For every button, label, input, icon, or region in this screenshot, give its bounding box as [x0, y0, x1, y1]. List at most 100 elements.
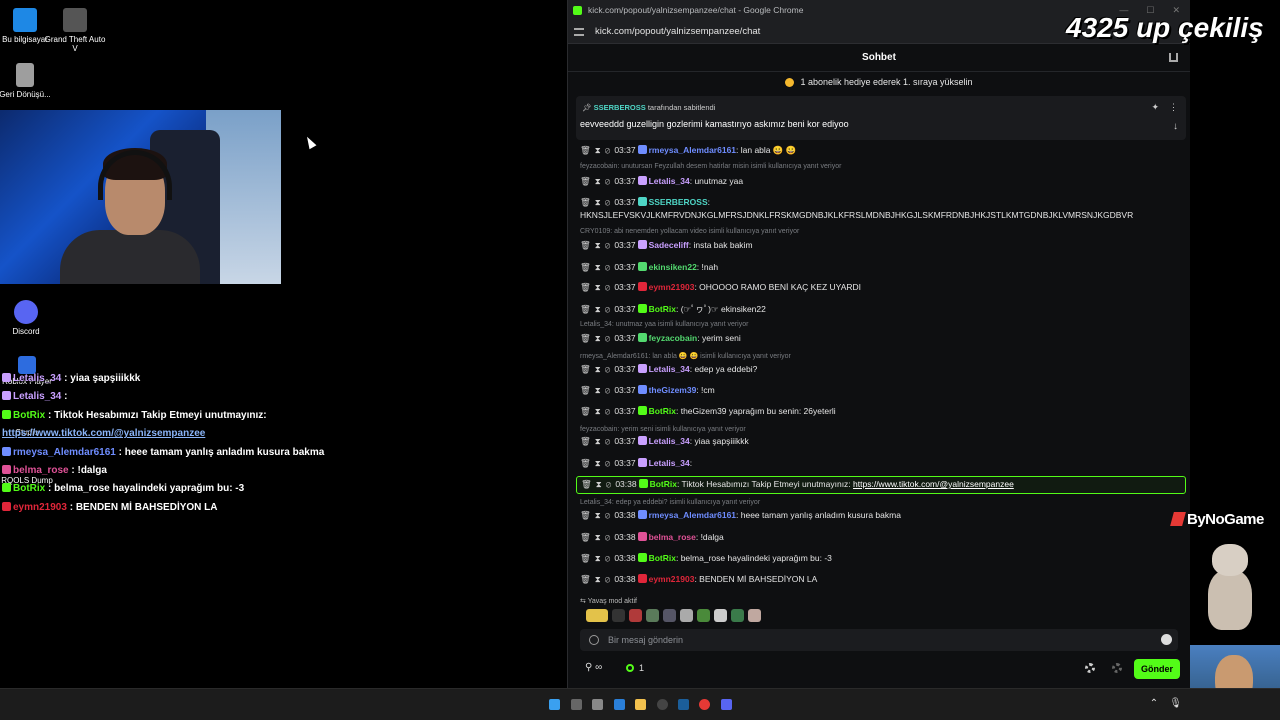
site-settings-icon[interactable] [574, 27, 584, 36]
ban-icon[interactable]: ⊘ [605, 333, 615, 343]
chat-message[interactable]: 🗑︎⧗⊘03:37 Sadeceliff: insta bak bakim [576, 240, 1186, 251]
delete-icon[interactable]: 🗑︎ [580, 304, 595, 314]
widgets-icon[interactable] [614, 699, 625, 710]
delete-icon[interactable]: 🗑︎ [580, 510, 595, 520]
chat-message[interactable]: 🗑︎⧗⊘03:37 BotRix: (☞ﾟヮﾟ)☞ ekinsiken22 [576, 303, 1186, 315]
delete-icon[interactable]: 🗑︎ [580, 364, 595, 374]
chat-message[interactable]: 🗑︎⧗⊘03:38 rmeysa_Alemdar6161: heee tamam … [576, 510, 1186, 521]
emote[interactable] [586, 609, 608, 622]
ban-icon[interactable]: ⊘ [605, 176, 615, 186]
timeout-icon[interactable]: ⧗ [595, 304, 605, 314]
timeout-icon[interactable]: ⧗ [595, 282, 605, 292]
timeout-icon[interactable]: ⧗ [595, 436, 605, 446]
message-link[interactable]: https://www.tiktok.com/@yalnizsempanzee [853, 479, 1014, 489]
timeout-icon[interactable]: ⧗ [595, 262, 605, 272]
ban-icon[interactable]: ⊘ [605, 304, 615, 314]
timeout-icon[interactable]: ⧗ [595, 385, 605, 395]
message-username[interactable]: feyzacobain [649, 333, 698, 343]
reply-context[interactable]: CRY0109: abi nenemden yollacam video isi… [580, 228, 799, 235]
emote[interactable] [646, 609, 659, 622]
emote[interactable] [697, 609, 710, 622]
timeout-icon[interactable]: ⧗ [595, 574, 605, 584]
ban-icon[interactable]: ⊘ [605, 364, 615, 374]
subscription-promo-banner[interactable]: 1 abonelik hediye ederek 1. sıraya yükse… [568, 72, 1190, 92]
delete-icon[interactable]: 🗑︎ [580, 282, 595, 292]
emote[interactable] [748, 609, 761, 622]
chrome-icon[interactable] [699, 699, 710, 710]
emote[interactable] [731, 609, 744, 622]
settings-icon[interactable] [1085, 663, 1095, 673]
system-tray[interactable]: ⌃ 🎙︎ [1150, 698, 1182, 709]
task-view-icon[interactable] [592, 699, 603, 710]
delete-icon[interactable]: 🗑︎ [580, 262, 595, 272]
ban-icon[interactable]: ⊘ [605, 553, 615, 563]
emote[interactable] [663, 609, 676, 622]
timeout-icon[interactable]: ⧗ [595, 532, 605, 542]
desktop-icon-recycle-bin[interactable]: Geri Dönüşü... [0, 63, 57, 99]
emote[interactable] [714, 609, 727, 622]
ban-icon[interactable]: ⊘ [605, 436, 615, 446]
reply-context[interactable]: Letalis_34: unutmaz yaa isimli kullanıcı… [580, 321, 748, 328]
ban-icon[interactable]: ⊘ [605, 240, 615, 250]
ban-icon[interactable]: ⊘ [605, 510, 615, 520]
file-explorer-icon[interactable] [635, 699, 646, 710]
delete-icon[interactable]: 🗑︎ [580, 574, 595, 584]
desktop-icon-discord[interactable]: Discord [0, 300, 58, 336]
timeout-icon[interactable]: ⧗ [595, 458, 605, 468]
delete-icon[interactable]: 🗑︎ [580, 145, 595, 155]
infinity-points-icon[interactable]: ⚲ ∞ [585, 662, 602, 673]
timeout-icon[interactable]: ⧗ [595, 176, 605, 186]
timeout-icon[interactable]: ⧗ [595, 406, 605, 416]
microphone-icon[interactable]: 🎙︎ [1169, 698, 1182, 709]
message-username[interactable]: rmeysa_Alemdar6161 [649, 145, 736, 155]
message-username[interactable]: Letalis_34 [649, 436, 690, 446]
send-button[interactable]: Gönder [1134, 659, 1180, 679]
discord-taskbar-icon[interactable] [721, 699, 732, 710]
ban-icon[interactable]: ⊘ [605, 145, 615, 155]
message-username[interactable]: Letalis_34 [649, 364, 690, 374]
message-username[interactable]: Letalis_34 [649, 458, 690, 468]
chat-message[interactable]: 🗑︎⧗⊘03:37 Letalis_34: [576, 458, 1186, 469]
timeout-icon[interactable]: ⧗ [595, 240, 605, 250]
chat-message[interactable]: 🗑︎⧗⊘03:37 eymn21903: OHOOOO RAMO BENİ KAÇ… [576, 282, 1186, 293]
message-username[interactable]: Sadeceliff [649, 240, 689, 250]
chat-message[interactable]: 🗑︎⧗⊘03:37 theGizem39: !cm [576, 385, 1186, 396]
emote[interactable] [612, 609, 625, 622]
message-username[interactable]: eymn21903 [649, 282, 695, 292]
delete-icon[interactable]: 🗑︎ [580, 385, 595, 395]
message-username[interactable]: rmeysa_Alemdar6161 [649, 510, 736, 520]
delete-icon[interactable]: 🗑︎ [580, 532, 595, 542]
steam-icon[interactable] [678, 699, 689, 710]
ban-icon[interactable]: ⊘ [605, 262, 615, 272]
unpin-icon[interactable]: ✦ [1151, 102, 1159, 112]
timeout-icon[interactable]: ⧗ [595, 145, 605, 155]
message-username[interactable]: ekinsiken22 [649, 262, 697, 272]
timeout-icon[interactable]: ⧗ [595, 197, 605, 207]
ban-icon[interactable]: ⊘ [605, 458, 615, 468]
timeout-icon[interactable]: ⧗ [596, 479, 606, 489]
delete-icon[interactable]: 🗑︎ [580, 176, 595, 186]
message-username[interactable]: theGizem39 [649, 385, 697, 395]
ban-icon[interactable]: ⊘ [605, 282, 615, 292]
delete-icon[interactable]: 🗑︎ [580, 436, 595, 446]
chat-message[interactable]: 🗑︎⧗⊘03:37 BotRix: theGizem39 yaprağım bu … [576, 406, 1186, 417]
chat-message[interactable]: 🗑︎⧗⊘03:38 BotRix: Tiktok Hesabımızı Takip… [576, 476, 1186, 494]
message-username[interactable]: Letalis_34 [649, 176, 690, 186]
message-username[interactable]: BotRix [649, 553, 676, 563]
ban-icon[interactable]: ⊘ [605, 532, 615, 542]
message-input[interactable]: Bir mesaj gönderin [580, 629, 1178, 651]
ban-icon[interactable]: ⊘ [606, 479, 616, 489]
message-username[interactable]: BotRix [650, 479, 677, 489]
delete-icon[interactable]: 🗑︎ [581, 479, 596, 489]
mod-tools-icon[interactable] [1112, 663, 1122, 673]
tray-chevron-icon[interactable]: ⌃ [1150, 698, 1158, 709]
chat-message-list[interactable]: 🗑︎⧗⊘03:37 rmeysa_Alemdar6161: lan abla 😀 … [576, 143, 1186, 593]
expand-pinned-icon[interactable]: ↓ [1173, 121, 1178, 132]
ban-icon[interactable]: ⊘ [605, 574, 615, 584]
delete-icon[interactable]: 🗑︎ [580, 458, 595, 468]
chat-message[interactable]: 🗑︎⧗⊘03:37 SSERBEROSS: [576, 197, 1186, 208]
ban-icon[interactable]: ⊘ [605, 406, 615, 416]
emote[interactable] [680, 609, 693, 622]
delete-icon[interactable]: 🗑︎ [580, 197, 595, 207]
windows-start-icon[interactable] [549, 699, 560, 710]
